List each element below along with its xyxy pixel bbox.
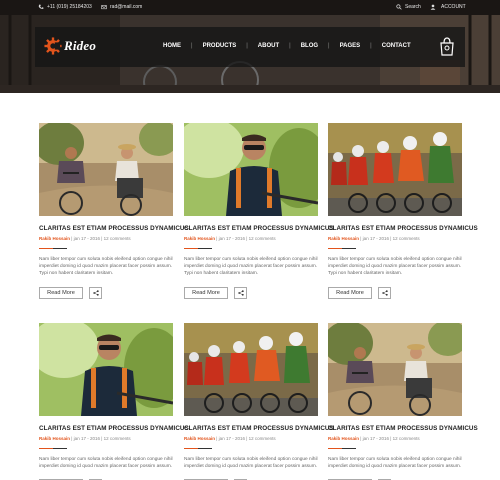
post-title[interactable]: CLARITAS EST ETIAM PROCESSUS DYNAMICUS [39,225,189,232]
share-button[interactable] [234,286,247,299]
post-title[interactable]: CLARITAS EST ETIAM PROCESSUS DYNAMICUS [184,225,334,232]
post-excerpt: Nam liber tempor cum soluta nobis eleife… [184,257,318,277]
post-thumbnail[interactable] [184,323,318,416]
blog-post-card: CLARITAS EST ETIAM PROCESSUS DYNAMICUS R… [39,323,189,480]
nav-menu: HOME | PRODUCTS | ABOUT | BLOG | PAGES |… [153,43,421,49]
title-underline [184,248,212,249]
title-underline [328,448,356,449]
blog-post-card: CLARITAS EST ETIAM PROCESSUS DYNAMICUS R… [328,123,478,299]
post-author[interactable]: Rakib Hossain [184,436,215,441]
post-excerpt: Nam liber tempor cum soluta nobis eleife… [328,257,462,277]
post-image-man-with-sunglasses [39,323,173,416]
post-excerpt: Nam liber tempor cum soluta nobis eleife… [184,457,318,470]
post-meta: Rakib Hossain | jan 17 - 2016 | 12 comme… [328,236,462,241]
share-icon [92,289,99,296]
post-meta: Rakib Hossain | jan 17 - 2016 | 12 comme… [328,436,462,441]
email-contact[interactable]: rad@mail.com [101,4,142,10]
title-underline [328,248,356,249]
account-label: ACCOUNT [441,4,466,10]
share-icon [381,289,388,296]
blog-post-card: CLARITAS EST ETIAM PROCESSUS DYNAMICUS R… [39,123,189,299]
post-excerpt: Nam liber tempor cum soluta nobis eleife… [39,257,173,277]
post-author[interactable]: Rakib Hossain [328,436,359,441]
post-author[interactable]: Rakib Hossain [39,436,70,441]
post-meta: Rakib Hossain | jan 17 - 2016 | 12 comme… [39,236,173,241]
share-icon [237,289,244,296]
post-meta: Rakib Hossain | jan 17 - 2016 | 12 comme… [184,236,318,241]
gear-icon [44,37,62,55]
post-actions: Read More [39,286,173,299]
search-link[interactable]: Search [396,4,421,10]
post-thumbnail[interactable] [39,323,173,416]
post-title[interactable]: CLARITAS EST ETIAM PROCESSUS DYNAMICUS [184,425,334,432]
post-date-comments: | jan 17 - 2016 | 12 comments [70,436,131,441]
post-excerpt: Nam liber tempor cum soluta nobis eleife… [39,457,173,470]
post-actions: Read More [184,286,318,299]
brand-logo[interactable]: Rideo [44,37,96,55]
post-excerpt: Nam liber tempor cum soluta nobis eleife… [328,457,462,470]
nav-blog[interactable]: BLOG [291,43,328,49]
share-button[interactable] [89,286,102,299]
read-more-button[interactable]: Read More [184,286,228,299]
post-image-cycling-race [184,323,318,416]
phone-contact[interactable]: +11 (019) 25184203 [38,4,92,10]
post-date-comments: | jan 17 - 2016 | 12 comments [359,236,420,241]
title-underline [39,448,67,449]
post-date-comments: | jan 17 - 2016 | 12 comments [215,236,276,241]
post-image-cycling-race [328,123,462,216]
user-icon [430,4,436,10]
phone-icon [38,4,44,9]
share-button[interactable] [378,286,391,299]
blog-post-card: CLARITAS EST ETIAM PROCESSUS DYNAMICUS R… [328,323,478,480]
title-underline [184,448,212,449]
nav-products[interactable]: PRODUCTS [193,43,247,49]
post-date-comments: | jan 17 - 2016 | 12 comments [215,436,276,441]
post-thumbnail[interactable] [328,323,462,416]
brand-name: Rideo [64,38,97,53]
shopping-bag-icon[interactable] [439,36,455,56]
post-thumbnail[interactable] [328,123,462,216]
post-meta: Rakib Hossain | jan 17 - 2016 | 12 comme… [184,436,318,441]
post-title[interactable]: CLARITAS EST ETIAM PROCESSUS DYNAMICUS [39,425,189,432]
blog-post-card: CLARITAS EST ETIAM PROCESSUS DYNAMICUS R… [184,123,334,299]
phone-number: +11 (019) 25184203 [47,4,92,10]
blog-post-card: CLARITAS EST ETIAM PROCESSUS DYNAMICUS R… [184,323,334,480]
title-underline [39,248,67,249]
account-link[interactable]: ACCOUNT [430,4,466,10]
post-title[interactable]: CLARITAS EST ETIAM PROCESSUS DYNAMICUS [328,225,478,232]
post-image-couple-riding-bikes [39,123,173,216]
main-navbar: Rideo HOME | PRODUCTS | ABOUT | BLOG | P… [35,27,465,67]
hero-header: +11 (019) 25184203 rad@mail.com Search A… [0,0,500,93]
post-title[interactable]: CLARITAS EST ETIAM PROCESSUS DYNAMICUS [328,425,478,432]
post-image-man-with-sunglasses [184,123,318,216]
post-author[interactable]: Rakib Hossain [184,236,215,241]
read-more-button[interactable]: Read More [328,286,372,299]
post-date-comments: | jan 17 - 2016 | 12 comments [70,236,131,241]
envelope-icon [101,5,107,10]
email-address: rad@mail.com [110,4,143,10]
read-more-button[interactable]: Read More [39,286,83,299]
post-meta: Rakib Hossain | jan 17 - 2016 | 12 comme… [39,436,173,441]
post-author[interactable]: Rakib Hossain [328,236,359,241]
post-author[interactable]: Rakib Hossain [39,236,70,241]
nav-contact[interactable]: CONTACT [372,43,421,49]
nav-pages[interactable]: PAGES [330,43,371,49]
search-icon [396,4,402,10]
post-thumbnail[interactable] [39,123,173,216]
nav-home[interactable]: HOME [153,43,191,49]
post-thumbnail[interactable] [184,123,318,216]
post-image-couple-riding-bikes [328,323,462,416]
post-date-comments: | jan 17 - 2016 | 12 comments [359,436,420,441]
post-actions: Read More [328,286,462,299]
nav-about[interactable]: ABOUT [248,43,289,49]
search-label: Search [405,4,421,10]
top-info-bar: +11 (019) 25184203 rad@mail.com Search A… [0,0,500,15]
